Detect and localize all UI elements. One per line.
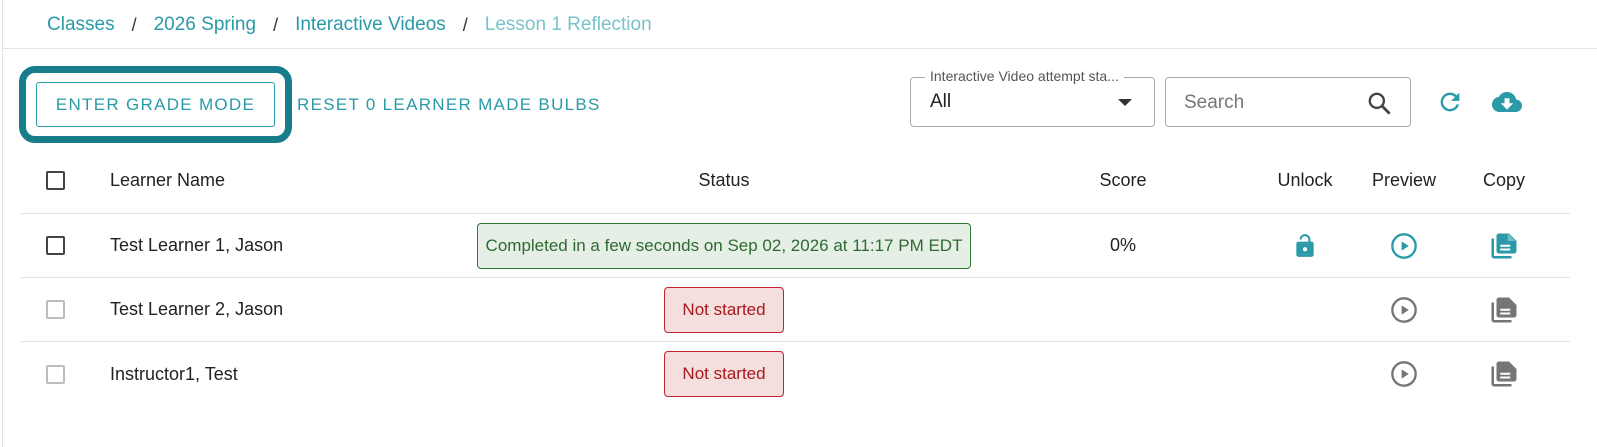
header-status[interactable]: Status xyxy=(477,148,971,213)
breadcrumb-term[interactable]: 2026 Spring xyxy=(154,14,256,36)
learner-name: Test Learner 1, Jason xyxy=(110,235,284,255)
breadcrumb-separator: / xyxy=(462,14,468,35)
enter-grade-mode-button[interactable]: ENTER GRADE MODE xyxy=(36,82,275,127)
download-button[interactable] xyxy=(1492,87,1522,117)
page-border xyxy=(2,0,3,447)
breadcrumb-current: Lesson 1 Reflection xyxy=(484,14,652,35)
row-checkbox xyxy=(46,300,65,319)
header-divider xyxy=(3,48,1597,49)
lock-open-icon[interactable] xyxy=(1292,231,1318,261)
learner-score xyxy=(1073,278,1173,341)
header-learner-name[interactable]: Learner Name xyxy=(110,148,225,213)
copy-file-icon[interactable] xyxy=(1489,230,1519,262)
breadcrumb: Classes / 2026 Spring / Interactive Vide… xyxy=(47,12,652,38)
learner-score: 0% xyxy=(1109,235,1136,255)
search-field[interactable] xyxy=(1165,77,1411,127)
row-checkbox[interactable] xyxy=(46,236,65,255)
table-header-row: Learner Name Status Score Unlock Preview… xyxy=(21,148,1570,214)
learner-name: Test Learner 2, Jason xyxy=(110,299,284,319)
search-icon[interactable] xyxy=(1366,90,1392,116)
play-circle-icon[interactable] xyxy=(1390,232,1418,260)
header-unlock: Unlock xyxy=(1277,170,1333,190)
breadcrumb-interactive-videos[interactable]: Interactive Videos xyxy=(295,14,446,36)
play-circle-icon xyxy=(1391,296,1417,323)
header-preview: Preview xyxy=(1371,170,1437,190)
refresh-button[interactable] xyxy=(1435,87,1465,117)
breadcrumb-separator: / xyxy=(131,14,137,35)
header-score[interactable]: Score xyxy=(1073,148,1173,213)
status-badge: Not started xyxy=(664,286,784,333)
play-circle-icon xyxy=(1391,361,1417,387)
table-row: Test Learner 1, Jason Completed in a few… xyxy=(21,214,1570,278)
attempt-status-value: All xyxy=(930,91,952,112)
table-row: Test Learner 2, Jason Not started xyxy=(21,278,1570,342)
header-copy: Copy xyxy=(1482,170,1526,190)
reset-bulbs-button[interactable]: RESET 0 LEARNER MADE BULBS xyxy=(297,93,601,117)
search-input[interactable] xyxy=(1184,90,1364,116)
row-checkbox xyxy=(46,364,65,384)
learner-name: Instructor1, Test xyxy=(110,363,238,384)
breadcrumb-separator: / xyxy=(273,14,279,35)
copy-file-icon xyxy=(1491,361,1517,387)
caret-down-icon xyxy=(1118,99,1132,106)
status-badge: Not started xyxy=(664,351,784,397)
cloud-download-icon xyxy=(1492,92,1522,112)
breadcrumb-classes[interactable]: Classes xyxy=(47,14,115,36)
select-all-checkbox[interactable] xyxy=(46,171,65,190)
status-badge: Completed in a few seconds on Sep 02, 20… xyxy=(477,222,971,269)
learner-table: Learner Name Status Score Unlock Preview… xyxy=(21,148,1570,406)
table-row: Instructor1, Test Not started xyxy=(21,342,1570,406)
learner-score xyxy=(1073,342,1173,406)
attempt-status-select[interactable]: Interactive Video attempt sta... All xyxy=(910,68,1155,127)
copy-file-icon xyxy=(1491,297,1517,322)
refresh-icon xyxy=(1440,92,1460,112)
attempt-status-label: Interactive Video attempt sta... xyxy=(925,68,1124,84)
